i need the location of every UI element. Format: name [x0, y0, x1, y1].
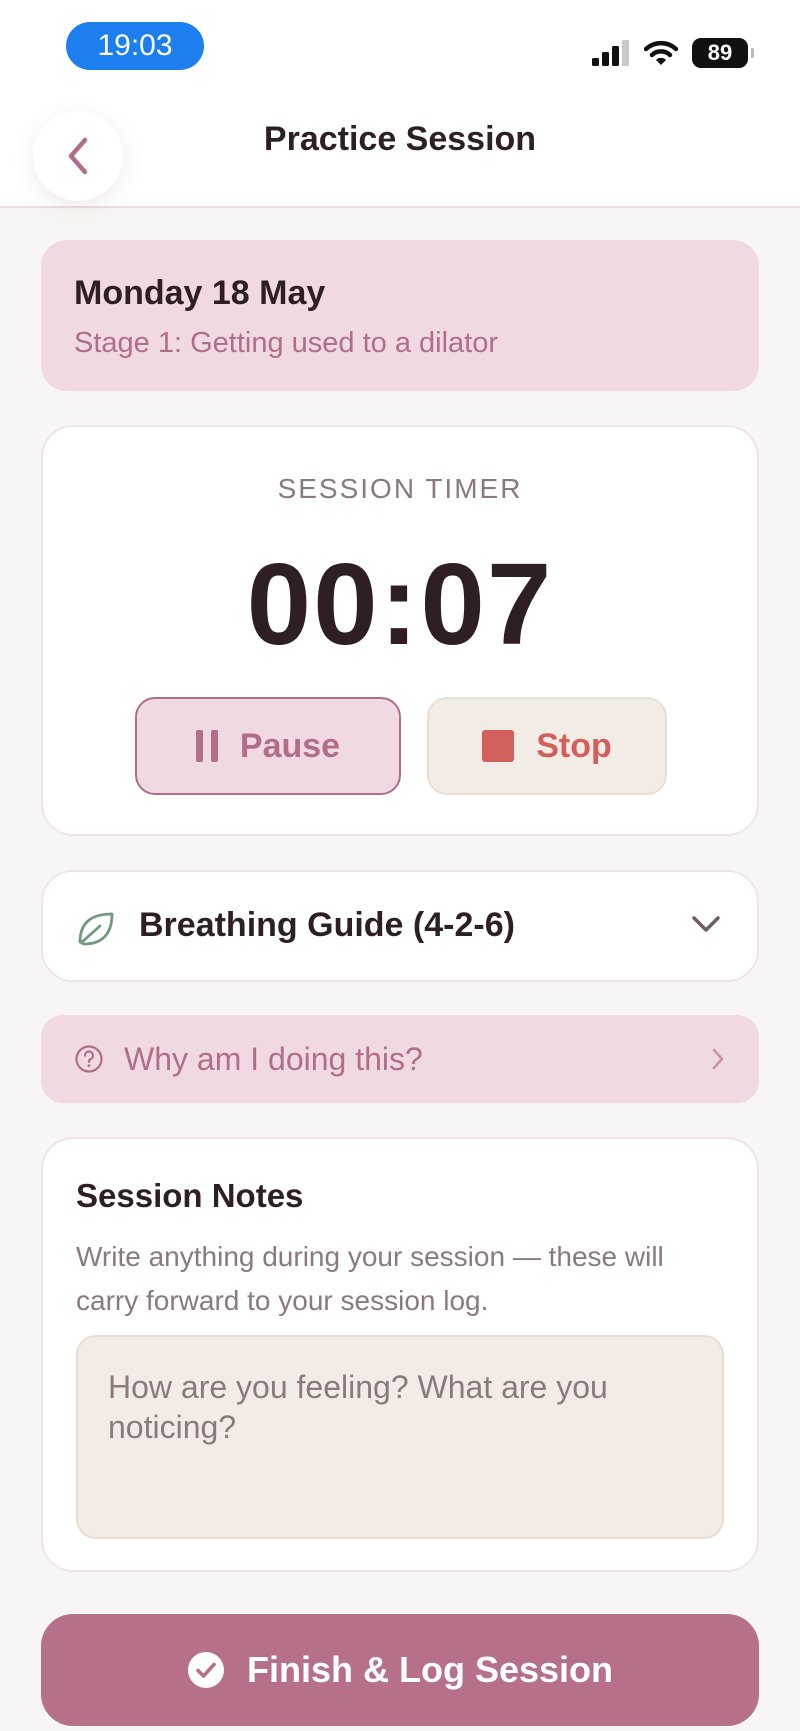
pause-button[interactable]: Pause: [135, 697, 401, 795]
finish-label: Finish & Log Session: [246, 1649, 614, 1690]
help-circle-icon: [75, 1045, 103, 1073]
check-circle-icon: [187, 1652, 224, 1688]
cellular-signal-icon: [592, 40, 629, 66]
leaf-icon: [78, 912, 114, 946]
page-title: Practice Session: [263, 120, 537, 158]
date-card: Monday 18 May Stage 1: Getting used to a…: [41, 240, 759, 391]
timer-label: SESSION TIMER: [277, 473, 523, 504]
session-notes-description: Write anything during your session — the…: [76, 1241, 664, 1316]
battery-icon: 89: [692, 38, 754, 68]
stop-button[interactable]: Stop: [427, 697, 667, 795]
header: Practice Session: [0, 90, 800, 208]
timer-card: SESSION TIMER 00:07 Pause Stop: [41, 425, 759, 836]
breathing-guide-title: Breathing Guide (4-2-6): [139, 906, 515, 944]
session-notes-title: Session Notes: [76, 1177, 304, 1214]
pause-label: Pause: [239, 726, 341, 765]
stop-label: Stop: [536, 726, 612, 765]
breathing-guide-toggle[interactable]: Breathing Guide (4-2-6): [41, 870, 759, 982]
session-date: Monday 18 May: [74, 274, 326, 312]
wifi-icon: [644, 40, 678, 65]
session-notes-input[interactable]: [76, 1335, 724, 1539]
why-am-i-doing-this-link[interactable]: Why am I doing this?: [41, 1015, 759, 1103]
why-label: Why am I doing this?: [124, 1041, 423, 1077]
timer-value: 00:07: [246, 539, 554, 669]
pause-icon: [195, 730, 218, 762]
status-bar: 19:03 89: [0, 0, 800, 90]
status-time: 19:03: [66, 22, 204, 70]
stop-icon: [482, 730, 515, 762]
chevron-down-icon: [692, 916, 720, 932]
session-notes-card: Session Notes Write anything during your…: [41, 1137, 759, 1572]
status-icons: 89: [592, 36, 754, 70]
finish-log-session-button[interactable]: Finish & Log Session: [41, 1614, 759, 1726]
practice-session-screen: 19:03 89 Practice Session Monday 18 May …: [0, 0, 800, 1731]
stage-label: Stage 1: Getting used to a dilator: [74, 327, 498, 359]
chevron-right-icon: [712, 1048, 724, 1070]
